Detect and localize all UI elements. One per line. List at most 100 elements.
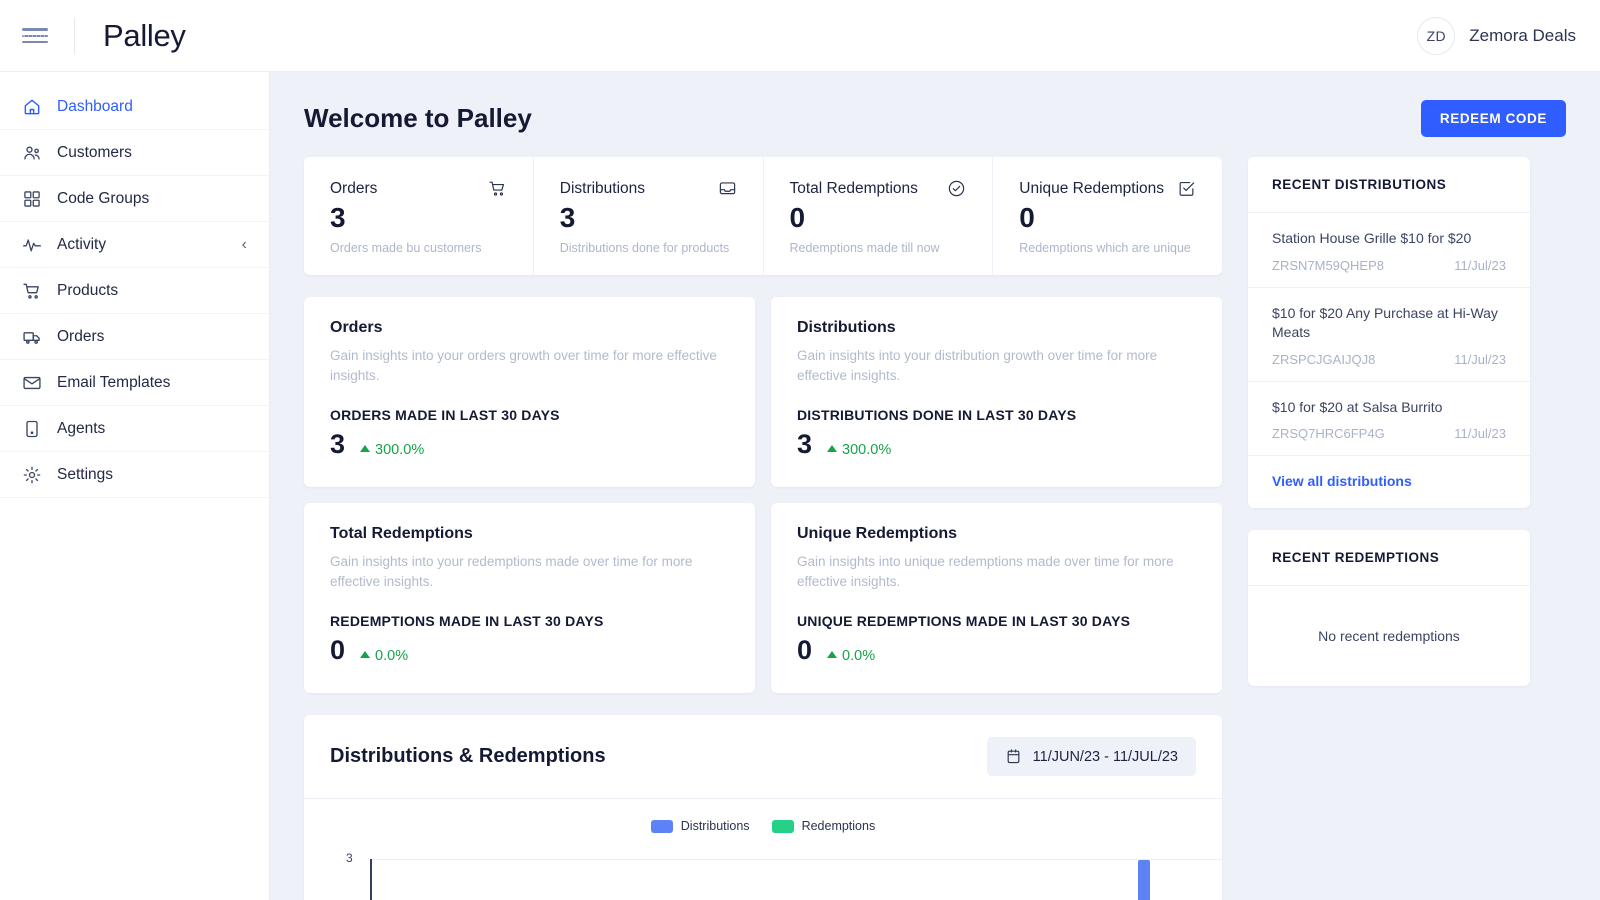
page-header: Welcome to Palley REDEEM CODE (270, 72, 1600, 137)
distribution-name: Station House Grille $10 for $20 (1272, 230, 1472, 246)
sidebar-item-label: Code Groups (57, 189, 150, 207)
chart-header: Distributions & Redemptions 11/JUN/23 - … (304, 715, 1222, 799)
summary-title: Unique Redemptions (1019, 179, 1165, 197)
header-divider (74, 18, 75, 53)
activity-pulse-icon (22, 235, 42, 255)
insight-kpi-label: DISTRIBUTIONS DONE IN LAST 30 DAYS (797, 407, 1077, 424)
chart-body: Distributions Redemptions 3 (304, 799, 1240, 900)
insight-kpi-value: 3 (330, 429, 346, 460)
summary-cell-total-redemptions: Total Redemptions 0 Redemptions made til… (762, 157, 993, 275)
distribution-date: 11/Jul/23 (1454, 257, 1506, 273)
redeem-code-button[interactable]: REDEEM CODE (1420, 100, 1566, 137)
sidebar-item-dashboard[interactable]: Dashboard (0, 84, 269, 130)
insight-delta: 0.0% (827, 648, 875, 664)
insight-title: Unique Redemptions (797, 525, 958, 542)
summary-title: Distributions (559, 179, 646, 197)
check-square-icon (1177, 179, 1196, 198)
insight-delta-value: 300.0% (375, 441, 425, 458)
chart-plot-area: 3 (330, 851, 1240, 900)
distribution-code: ZRSQ7HRC6FP4G (1272, 426, 1385, 442)
list-item[interactable]: $10 for $20 at Salsa Burrito ZRSQ7HRC6FP… (1248, 382, 1530, 457)
summary-subtitle: Orders made bu customers (330, 241, 482, 255)
insight-description: Gain insights into unique redemptions ma… (797, 554, 1174, 589)
panel-heading: RECENT DISTRIBUTIONS (1248, 157, 1530, 213)
insight-delta-value: 0.0% (375, 647, 409, 664)
legend-label: Redemptions (801, 819, 876, 833)
date-range-value: 11/JUN/23 - 11/JUL/23 (1032, 748, 1178, 765)
calendar-icon (1005, 748, 1022, 765)
sidebar-item-email-templates[interactable]: Email Templates (0, 360, 269, 406)
main-content: Welcome to Palley REDEEM CODE Orders 3 O… (270, 72, 1600, 900)
distribution-date: 11/Jul/23 (1454, 426, 1506, 442)
user-menu[interactable]: ZD Zemora Deals (1417, 16, 1576, 55)
sidebar-item-label: Agents (57, 419, 106, 437)
sidebar-item-settings[interactable]: Settings (0, 452, 269, 498)
legend-label: Distributions (680, 819, 750, 833)
legend-swatch (650, 819, 673, 833)
chart-bar-distributions[interactable] (1138, 860, 1150, 900)
insight-kpi-label: ORDERS MADE IN LAST 30 DAYS (330, 407, 560, 424)
summary-title: Orders (330, 179, 378, 197)
list-item[interactable]: Station House Grille $10 for $20 ZRSN7M5… (1248, 213, 1530, 288)
summary-value: 3 (559, 202, 576, 233)
recent-redemptions-panel: RECENT REDEMPTIONS No recent redemptions (1248, 530, 1530, 687)
insight-title: Total Redemptions (330, 525, 473, 542)
insight-card-total-redemptions: Total Redemptions Gain insights into you… (304, 503, 755, 693)
inbox-icon (718, 179, 737, 198)
device-icon (22, 419, 42, 439)
sidebar-item-label: Activity (57, 235, 107, 253)
insight-description: Gain insights into your redemptions made… (330, 554, 693, 589)
summary-subtitle: Distributions done for products (559, 241, 730, 255)
date-range-picker[interactable]: 11/JUN/23 - 11/JUL/23 (986, 737, 1196, 776)
users-icon (22, 143, 42, 163)
cart-icon (488, 179, 507, 198)
summary-subtitle: Redemptions made till now (789, 241, 940, 255)
distribution-name: $10 for $20 Any Purchase at Hi-Way Meats (1272, 304, 1498, 341)
sidebar-item-code-groups[interactable]: Code Groups (0, 176, 269, 222)
summary-cell-orders: Orders 3 Orders made bu customers (304, 157, 533, 275)
insight-delta: 0.0% (360, 648, 408, 664)
gear-icon (22, 465, 42, 485)
recent-distributions-panel: RECENT DISTRIBUTIONS Station House Grill… (1248, 157, 1530, 509)
app-brand-title: Palley (103, 17, 186, 53)
insight-cards: Orders Gain insights into your orders gr… (304, 297, 1222, 693)
insight-title: Orders (330, 319, 383, 336)
view-all-distributions-link[interactable]: View all distributions (1272, 473, 1412, 489)
check-circle-icon (947, 179, 966, 198)
chart-gridline-top (370, 859, 1240, 860)
insight-description: Gain insights into your orders growth ov… (330, 348, 717, 383)
sidebar-item-customers[interactable]: Customers (0, 130, 269, 176)
truck-icon (22, 327, 42, 347)
sidebar-item-products[interactable]: Products (0, 268, 269, 314)
summary-title: Total Redemptions (789, 179, 918, 197)
sidebar-item-activity[interactable]: Activity ‹ (0, 222, 269, 268)
summary-value: 0 (789, 202, 806, 233)
chevron-left-icon[interactable]: ‹ (242, 236, 247, 254)
insight-kpi-value: 0 (797, 635, 813, 666)
insight-title: Distributions (797, 319, 896, 336)
sidebar-item-agents[interactable]: Agents (0, 406, 269, 452)
triangle-up-icon (827, 445, 838, 453)
triangle-up-icon (827, 651, 838, 659)
sidebar-item-orders[interactable]: Orders (0, 314, 269, 360)
chart-card: Distributions & Redemptions 11/JUN/23 - … (304, 715, 1240, 900)
chart-legend: Distributions Redemptions (330, 819, 1196, 833)
triangle-up-icon (360, 651, 371, 659)
insight-card-unique-redemptions: Unique Redemptions Gain insights into un… (771, 503, 1222, 693)
summary-value: 0 (1019, 202, 1035, 233)
dashboard-side-column: RECENT DISTRIBUTIONS Station House Grill… (1248, 157, 1530, 900)
sidebar-item-label: Orders (57, 327, 105, 345)
chart-title: Distributions & Redemptions (330, 745, 606, 767)
triangle-up-icon (360, 445, 371, 453)
hamburger-icon[interactable] (22, 23, 52, 49)
distribution-date: 11/Jul/23 (1454, 351, 1506, 367)
sidebar-item-label: Products (57, 281, 119, 299)
cart-icon (22, 281, 42, 301)
legend-item-distributions[interactable]: Distributions (650, 819, 750, 833)
summary-subtitle: Redemptions which are unique (1019, 241, 1191, 255)
distribution-code: ZRSPCJGAIJQJ8 (1272, 351, 1376, 367)
sidebar-item-label: Email Templates (57, 373, 171, 391)
legend-item-redemptions[interactable]: Redemptions (771, 819, 876, 833)
list-item[interactable]: $10 for $20 Any Purchase at Hi-Way Meats… (1248, 288, 1530, 382)
sidebar-item-label: Dashboard (57, 97, 133, 115)
